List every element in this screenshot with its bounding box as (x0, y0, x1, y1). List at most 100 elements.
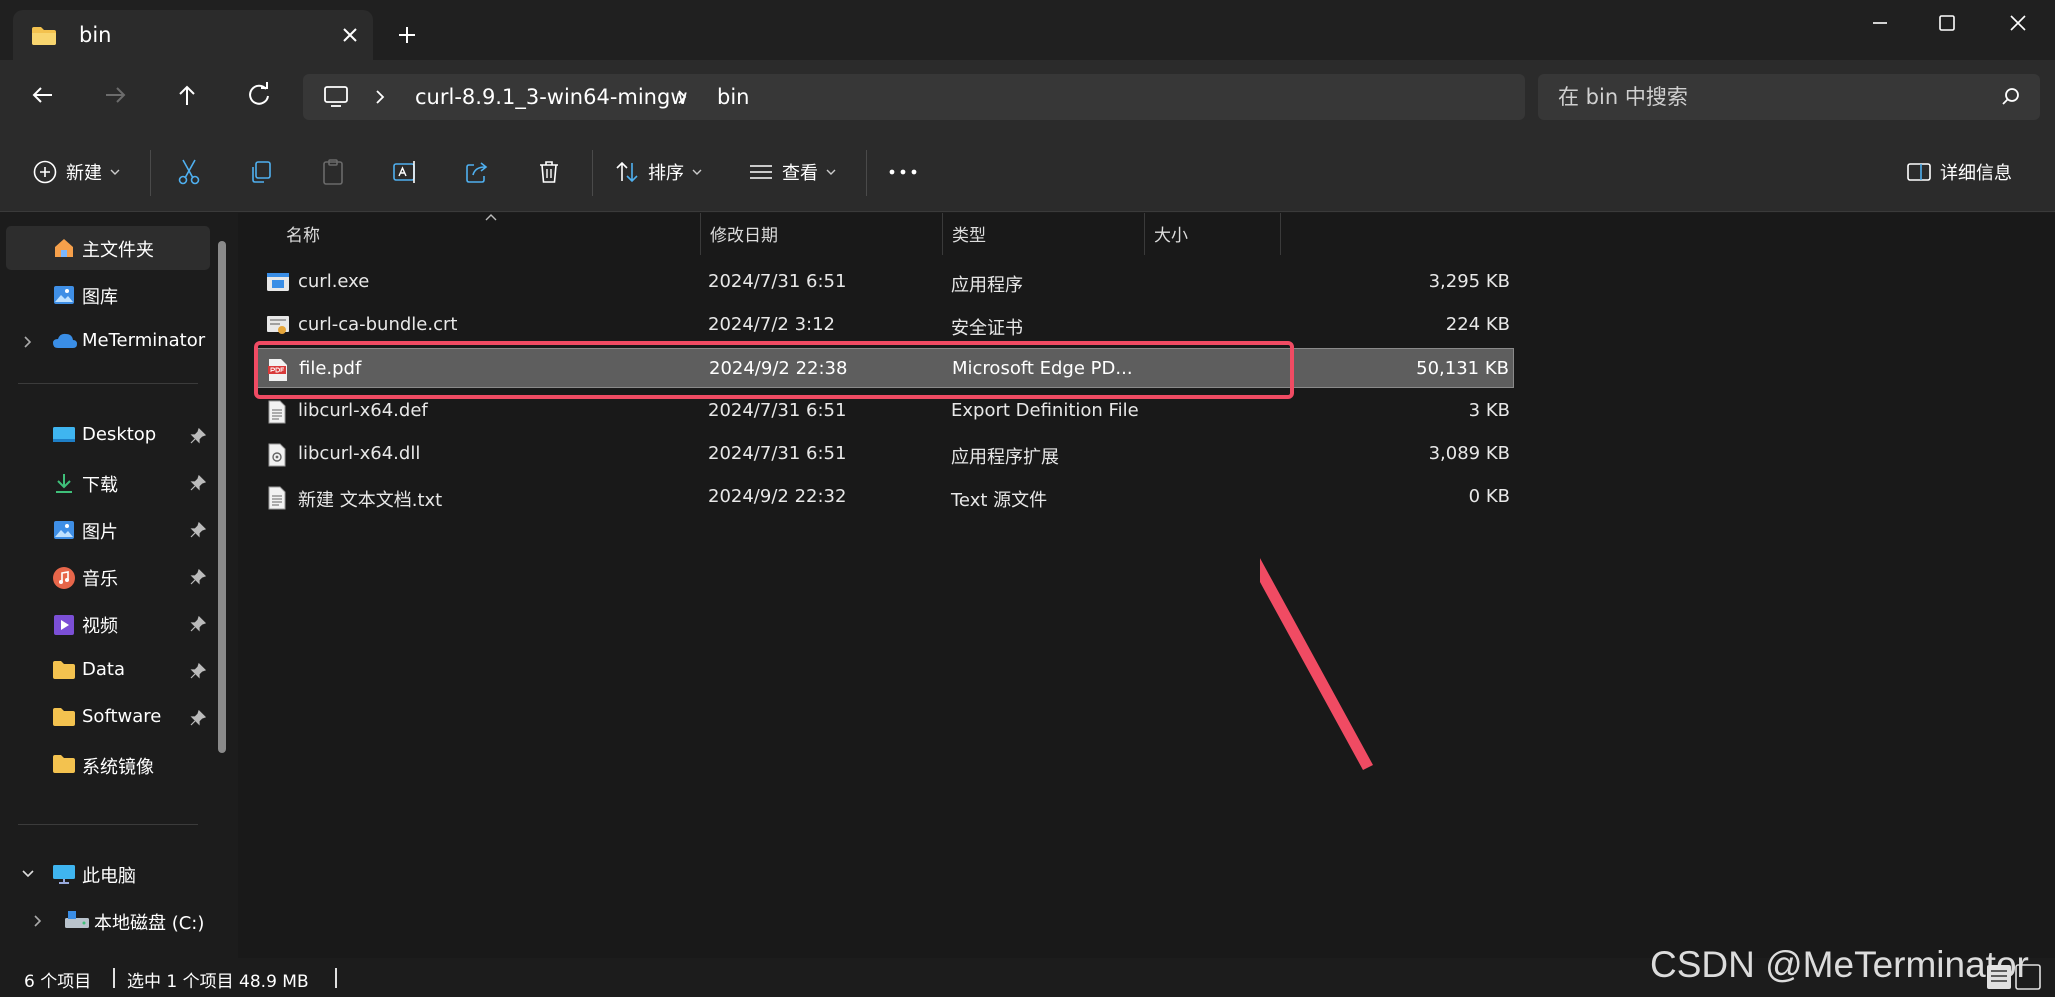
folder-icon (53, 661, 75, 679)
minimize-icon[interactable] (1850, 6, 1910, 40)
share-button[interactable] (464, 152, 490, 192)
sort-ascending-icon (485, 214, 497, 221)
trash-icon (540, 161, 558, 183)
copy-button[interactable] (248, 152, 274, 192)
back-arrow-icon[interactable] (26, 78, 60, 112)
download-icon (56, 474, 72, 493)
file-row[interactable]: curl-ca-bundle.crt 2024/7/2 3:12 安全证书 22… (256, 305, 1514, 345)
arrow-annotation (1260, 558, 1373, 770)
selection-info: 选中 1 个项目 48.9 MB (127, 972, 309, 992)
details-view-icon[interactable] (1985, 962, 2045, 992)
sidebar-item-onedrive[interactable]: MeTerminator (6, 320, 210, 364)
video-icon (54, 615, 74, 635)
up-arrow-icon[interactable] (170, 78, 204, 112)
pin-icon[interactable] (190, 616, 206, 632)
home-icon (55, 239, 73, 257)
sidebar-item-drive-c[interactable]: 本地磁盘 (C:) (6, 899, 210, 943)
tab-bin[interactable]: bin (13, 10, 373, 60)
rename-button[interactable] (392, 152, 420, 192)
copy-icon (252, 161, 271, 183)
details-pane-button[interactable]: 详细信息 (1906, 152, 2012, 192)
paste-button[interactable] (320, 152, 346, 192)
file-date: 2024/9/2 22:32 (708, 486, 847, 507)
search-box[interactable] (1538, 74, 2040, 120)
file-size: 3,295 KB (1428, 271, 1510, 292)
status-separator (335, 968, 337, 988)
column-divider[interactable] (942, 213, 943, 255)
sort-button[interactable]: 排序 (614, 152, 702, 192)
file-name: libcurl-x64.def (298, 400, 428, 421)
sidebar-item-this-pc[interactable]: 此电脑 (6, 852, 210, 896)
pin-icon[interactable] (190, 710, 206, 726)
sidebar-item-software[interactable]: Software (6, 696, 210, 740)
separator (866, 150, 867, 196)
more-icon (889, 169, 917, 175)
more-options-button[interactable] (888, 152, 918, 192)
column-divider[interactable] (1280, 213, 1281, 255)
pin-icon[interactable] (190, 522, 206, 538)
rename-icon (393, 161, 415, 183)
sidebar-item-pictures[interactable]: 图片 (6, 508, 210, 552)
sidebar-item-downloads[interactable]: 下载 (6, 461, 210, 505)
navigation-bar: curl-8.9.1_3-win64-mingw bin (0, 60, 2055, 132)
sidebar-item-desktop[interactable]: Desktop (6, 414, 210, 458)
sidebar-item-system-images[interactable]: 系统镜像 (6, 743, 210, 787)
close-window-icon[interactable] (1988, 6, 2048, 40)
breadcrumb-current[interactable]: bin (717, 85, 749, 109)
file-row[interactable]: curl.exe 2024/7/31 6:51 应用程序 3,295 KB (256, 262, 1514, 302)
column-header-name[interactable]: 名称 (286, 221, 320, 246)
pin-icon[interactable] (190, 428, 206, 444)
new-label: 新建 (66, 163, 102, 184)
chevron-right-icon[interactable] (22, 334, 34, 350)
sidebar-item-gallery[interactable]: 图库 (6, 273, 210, 317)
close-tab-icon[interactable] (335, 20, 365, 50)
file-type: Export Definition File (951, 400, 1139, 421)
chevron-down-icon[interactable] (20, 868, 36, 880)
sidebar-label: 此电脑 (82, 866, 136, 887)
pin-icon[interactable] (190, 663, 206, 679)
cut-button[interactable] (176, 152, 202, 192)
sidebar-item-videos[interactable]: 视频 (6, 602, 210, 646)
file-name: libcurl-x64.dll (298, 443, 421, 464)
clipboard-icon (323, 159, 343, 185)
file-size: 50,131 KB (1416, 358, 1509, 379)
sidebar-item-music[interactable]: 音乐 (6, 555, 210, 599)
search-icon[interactable] (2000, 86, 2022, 108)
view-button[interactable]: 查看 (748, 152, 836, 192)
search-input[interactable] (1558, 82, 1978, 112)
sidebar-label: 图片 (82, 522, 118, 543)
chevron-right-icon (376, 90, 385, 104)
column-divider[interactable] (700, 213, 701, 255)
refresh-icon[interactable] (242, 78, 276, 112)
forward-arrow-icon[interactable] (98, 78, 132, 112)
column-divider[interactable] (1144, 213, 1145, 255)
sidebar-item-data[interactable]: Data (6, 649, 210, 693)
separator (150, 150, 151, 196)
folder-icon (32, 27, 56, 45)
pin-icon[interactable] (190, 475, 206, 491)
drive-icon (65, 911, 89, 928)
column-header-date[interactable]: 修改日期 (710, 221, 778, 246)
sidebar-item-home[interactable]: 主文件夹 (6, 226, 210, 270)
new-button[interactable]: 新建 (32, 152, 120, 192)
sort-icon (616, 161, 638, 183)
dll-icon (268, 443, 286, 467)
file-type: 安全证书 (951, 318, 1023, 339)
maximize-icon[interactable] (1917, 6, 1977, 40)
breadcrumb-parent[interactable]: curl-8.9.1_3-win64-mingw (415, 85, 688, 109)
chevron-down-icon (826, 169, 836, 175)
pin-icon[interactable] (190, 569, 206, 585)
file-date: 2024/7/31 6:51 (708, 443, 847, 464)
sidebar-scrollbar[interactable] (218, 241, 226, 753)
chevron-right-icon[interactable] (32, 913, 44, 929)
column-header-size[interactable]: 大小 (1154, 221, 1188, 246)
chevron-down-icon (110, 169, 120, 175)
delete-button[interactable] (536, 152, 562, 192)
new-tab-icon[interactable] (392, 20, 422, 50)
sidebar-label: 视频 (82, 616, 118, 637)
divider (18, 824, 198, 825)
computer-icon (53, 865, 75, 884)
gallery-icon (54, 286, 74, 304)
address-bar[interactable]: curl-8.9.1_3-win64-mingw bin (303, 74, 1525, 120)
column-header-type[interactable]: 类型 (952, 221, 986, 246)
